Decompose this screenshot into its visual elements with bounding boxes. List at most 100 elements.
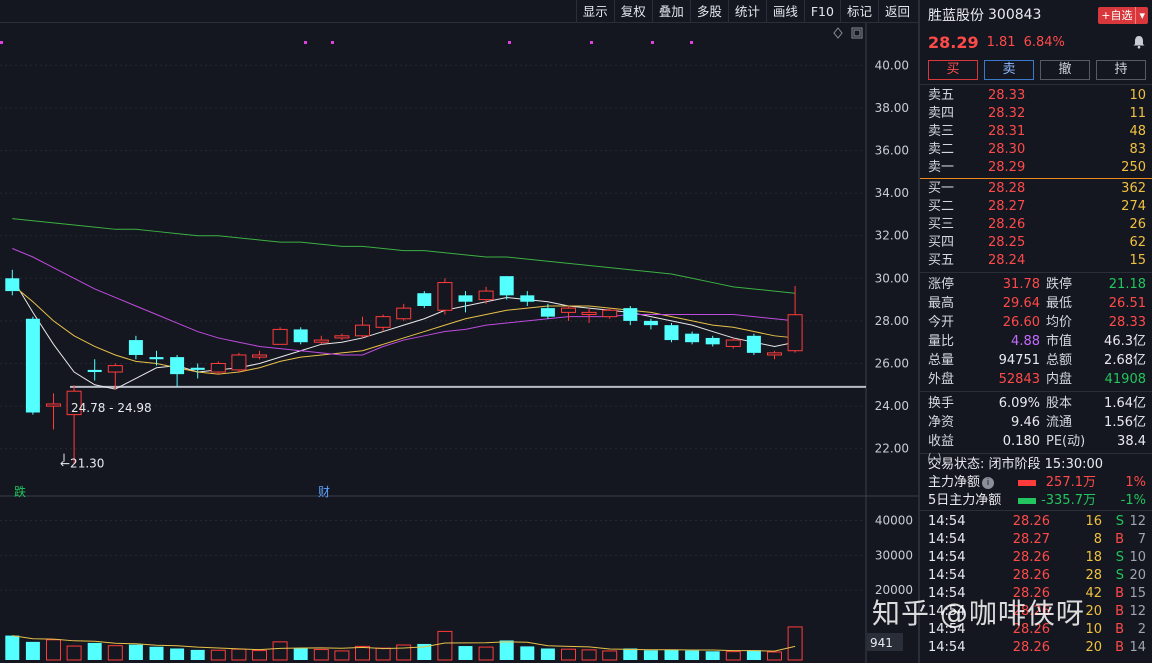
tick-volume: 42 — [1085, 586, 1102, 601]
bid-row[interactable]: 买五 28.24 15 — [920, 252, 1152, 270]
stat-value: 38.4 — [1117, 434, 1146, 449]
volume-tick-label: 30000 — [875, 548, 913, 562]
sell-button[interactable]: 卖 — [984, 60, 1034, 80]
candle-body — [437, 282, 453, 311]
signal-marker — [651, 41, 654, 44]
candle-body — [272, 328, 288, 345]
tick-count: 2 — [1137, 622, 1146, 637]
stat-key: 涨停 — [928, 277, 955, 292]
tick-count: 14 — [1129, 640, 1146, 655]
flow-label: 主力净额 i — [928, 474, 1006, 492]
toolbar-button[interactable]: 统计 — [727, 0, 766, 23]
stat-value: 6.09% — [998, 396, 1040, 411]
book-divider — [920, 178, 1152, 179]
tick-direction: B — [1115, 640, 1124, 655]
buy-button[interactable]: 买 — [928, 60, 978, 80]
tick-time: 14:54 — [928, 568, 966, 583]
candle-body — [623, 308, 638, 321]
ask-row[interactable]: 卖三 28.31 48 — [920, 123, 1152, 141]
stat-value: 52843 — [998, 372, 1040, 387]
price-tick-label: 38.00 — [875, 101, 909, 115]
stat-key: 净资 — [928, 415, 955, 430]
add-favorite-button[interactable]: +自选 ▾ — [1098, 7, 1148, 24]
bell-icon[interactable] — [1132, 35, 1146, 49]
bid-label: 买五 — [928, 253, 955, 268]
info-icon[interactable]: i — [982, 477, 995, 489]
toolbar-button[interactable]: 画线 — [765, 0, 804, 23]
chevron-down-icon[interactable]: ▾ — [1135, 7, 1145, 24]
ask-row[interactable]: 卖一 28.29 250 — [920, 159, 1152, 177]
stat-key: 收益㈠ — [928, 434, 955, 468]
tick-row: 14:54 28.26 10 B 2 — [920, 621, 1152, 639]
ask-label: 卖四 — [928, 106, 955, 121]
bid-row[interactable]: 买三 28.26 26 — [920, 216, 1152, 234]
stat-key: 股本 — [1046, 396, 1073, 411]
toolbar-button[interactable]: 复权 — [613, 0, 652, 23]
ask-price: 28.32 — [988, 106, 1026, 121]
volume-bar — [561, 648, 576, 661]
bid-row[interactable]: 买二 28.27 274 — [920, 198, 1152, 216]
ask-row[interactable]: 卖四 28.32 11 — [920, 105, 1152, 123]
candle-body — [5, 278, 20, 292]
bid-row[interactable]: 买一 28.28 362 — [920, 180, 1152, 198]
ask-label: 卖一 — [928, 160, 955, 175]
bid-row[interactable]: 买四 28.25 62 — [920, 234, 1152, 252]
signal-marker — [590, 41, 593, 44]
toolbar-button[interactable]: 标记 — [839, 0, 878, 23]
stat-value: 26.51 — [1108, 296, 1146, 311]
stat-value: 28.33 — [1108, 315, 1146, 330]
candle-body — [787, 314, 803, 352]
toolbar-button[interactable]: F10 — [803, 0, 840, 23]
volume-bar — [231, 648, 247, 661]
toolbar-button[interactable]: 多股 — [689, 0, 728, 23]
ask-row[interactable]: 卖二 28.30 83 — [920, 141, 1152, 159]
bid-label: 买二 — [928, 199, 955, 214]
fundamental-stats: 换手 6.09% 股本 1.64亿 净资 9.46 流通 1.56亿 收益㈠ 0.180 PE(动)… — [920, 391, 1152, 468]
signal-marker — [304, 41, 307, 44]
toolbar-button[interactable]: 显示 — [575, 0, 614, 23]
volume-bar — [210, 649, 226, 661]
volume-bar — [705, 651, 720, 660]
candle-body — [540, 308, 555, 317]
stat-value: 41908 — [1104, 372, 1146, 387]
volume-bar — [746, 650, 761, 660]
toolbar-button[interactable]: 叠加 — [651, 0, 690, 23]
tick-count: 12 — [1129, 604, 1146, 619]
stock-code: 300843 — [988, 7, 1042, 23]
stat-value: 4.88 — [1011, 334, 1040, 349]
stat-key: 跌停 — [1046, 277, 1073, 292]
flow-value: 257.1万 — [1045, 475, 1096, 490]
stat-row: 净资 9.46 流通 1.56亿 — [920, 413, 1152, 432]
tick-time: 14:54 — [928, 586, 966, 601]
tick-time: 14:54 — [928, 514, 966, 529]
kline-svg[interactable]: 40.00 38.00 36.00 34.00 32.00 30.00 28.00 26.00… — [0, 23, 918, 663]
price-row: 28.29 1.81 6.84% — [920, 30, 1152, 54]
cancel-order-button[interactable]: 撤 — [1040, 60, 1090, 80]
stat-value: 31.78 — [1002, 277, 1040, 292]
stat-row: 外盘 52843 内盘 41908 — [920, 370, 1152, 389]
flow-pct: 1% — [1125, 475, 1146, 490]
volume-bar — [272, 641, 288, 661]
candle-body — [46, 403, 61, 407]
price-tick-label: 32.00 — [875, 229, 909, 243]
price-change: 1.81 — [986, 34, 1016, 50]
diamond-icon — [833, 27, 843, 39]
chart-toolbar: 显示 复权 叠加 多股 统计 画线 F10 标记 返回 — [0, 0, 918, 23]
volume-bar — [602, 650, 618, 661]
tick-count: 20 — [1129, 568, 1146, 583]
holdings-button[interactable]: 持 — [1096, 60, 1146, 80]
ask-volume: 11 — [1129, 106, 1146, 121]
ask-label: 卖二 — [928, 142, 955, 157]
candle-body — [107, 365, 123, 373]
stat-key: 今开 — [928, 315, 955, 330]
ask-row[interactable]: 卖五 28.33 10 — [920, 87, 1152, 105]
price-tick-label: 24.00 — [875, 399, 909, 413]
kline-chart[interactable]: 40.00 38.00 36.00 34.00 32.00 30.00 28.00 26.00… — [0, 23, 918, 663]
toolbar-button[interactable]: 返回 — [877, 0, 916, 23]
price-tick-label: 40.00 — [875, 58, 909, 72]
ask-price: 28.33 — [988, 88, 1026, 103]
tick-list[interactable]: 14:54 28.26 16 S 12 14:54 28.27 8 B 7 14:54 28.26 18… — [920, 510, 1152, 657]
flow-bar — [1018, 498, 1036, 504]
tick-price: 28.26 — [1012, 622, 1050, 637]
bid-volume: 15 — [1129, 253, 1146, 268]
